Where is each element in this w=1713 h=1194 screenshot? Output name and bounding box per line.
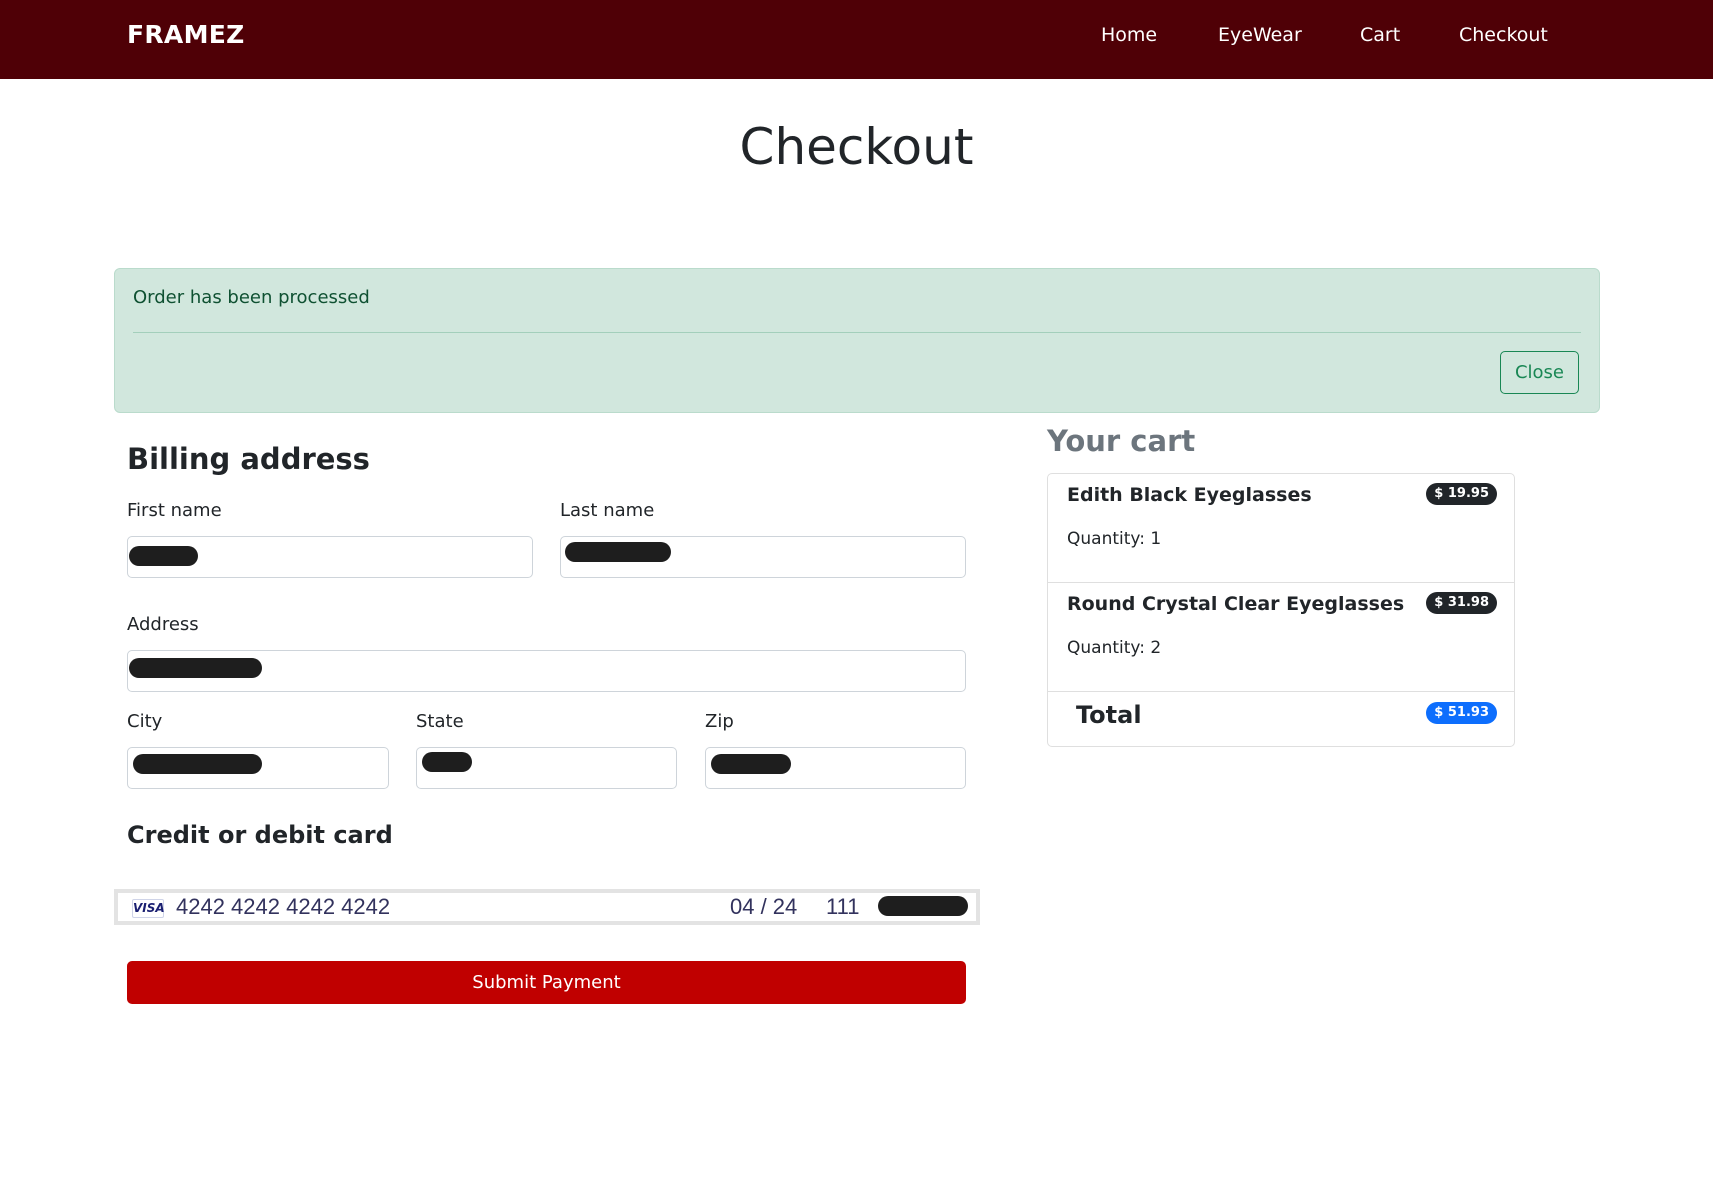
- card-heading: Credit or debit card: [127, 821, 393, 849]
- cart-item: Edith Black Eyeglasses Quantity: 1 $ 19.…: [1048, 474, 1514, 583]
- alert-divider: [133, 332, 1581, 333]
- visa-card-icon: VISA: [132, 899, 165, 918]
- address-input[interactable]: [127, 650, 966, 692]
- first-name-input[interactable]: [127, 536, 533, 578]
- price-badge: $ 19.95: [1426, 483, 1497, 505]
- success-alert: Order has been processed Close: [114, 268, 1600, 413]
- price-badge: $ 31.98: [1426, 592, 1497, 614]
- navbar: FRAMEZ Home EyeWear Cart Checkout: [0, 0, 1713, 79]
- city-label: City: [127, 711, 163, 732]
- cart-total-row: Total $ 51.93: [1048, 692, 1514, 746]
- redacted-postal: [878, 896, 968, 916]
- alert-message: Order has been processed: [133, 287, 370, 308]
- cart-heading: Your cart: [1047, 424, 1196, 458]
- billing-heading: Billing address: [127, 442, 370, 476]
- total-label: Total: [1076, 701, 1142, 729]
- cart-list: Edith Black Eyeglasses Quantity: 1 $ 19.…: [1047, 473, 1515, 747]
- card-number[interactable]: 4242 4242 4242 4242: [176, 894, 390, 920]
- last-name-label: Last name: [560, 500, 655, 521]
- cart-item-quantity: Quantity: 1: [1067, 529, 1162, 549]
- brand-logo[interactable]: FRAMEZ: [127, 20, 245, 49]
- redacted-value: [129, 658, 262, 678]
- card-input[interactable]: VISA 4242 4242 4242 4242 04 / 24 111: [114, 889, 980, 925]
- redacted-value: [129, 546, 198, 566]
- nav-link-checkout[interactable]: Checkout: [1459, 24, 1548, 46]
- redacted-value: [565, 542, 671, 562]
- close-button[interactable]: Close: [1500, 351, 1579, 394]
- cart-item-quantity: Quantity: 2: [1067, 638, 1162, 658]
- nav-link-eyewear[interactable]: EyeWear: [1218, 24, 1302, 46]
- city-input[interactable]: [127, 747, 389, 789]
- nav-link-cart[interactable]: Cart: [1360, 24, 1400, 46]
- last-name-input[interactable]: [560, 536, 966, 578]
- state-label: State: [416, 711, 464, 732]
- first-name-label: First name: [127, 500, 222, 521]
- address-label: Address: [127, 614, 199, 635]
- cart-item-name: Round Crystal Clear Eyeglasses: [1067, 593, 1405, 615]
- redacted-value: [133, 754, 262, 774]
- cart-item: Round Crystal Clear Eyeglasses Quantity:…: [1048, 583, 1514, 692]
- zip-label: Zip: [705, 711, 734, 732]
- state-input[interactable]: [416, 747, 677, 789]
- cart-item-name: Edith Black Eyeglasses: [1067, 484, 1312, 506]
- total-price-badge: $ 51.93: [1426, 702, 1497, 724]
- redacted-value: [711, 754, 791, 774]
- zip-input[interactable]: [705, 747, 966, 789]
- redacted-value: [422, 752, 472, 772]
- card-cvc[interactable]: 111: [826, 894, 859, 920]
- card-expiry[interactable]: 04 / 24: [730, 894, 797, 920]
- nav-link-home[interactable]: Home: [1101, 24, 1157, 46]
- page-title: Checkout: [739, 118, 974, 176]
- submit-payment-button[interactable]: Submit Payment: [127, 961, 966, 1004]
